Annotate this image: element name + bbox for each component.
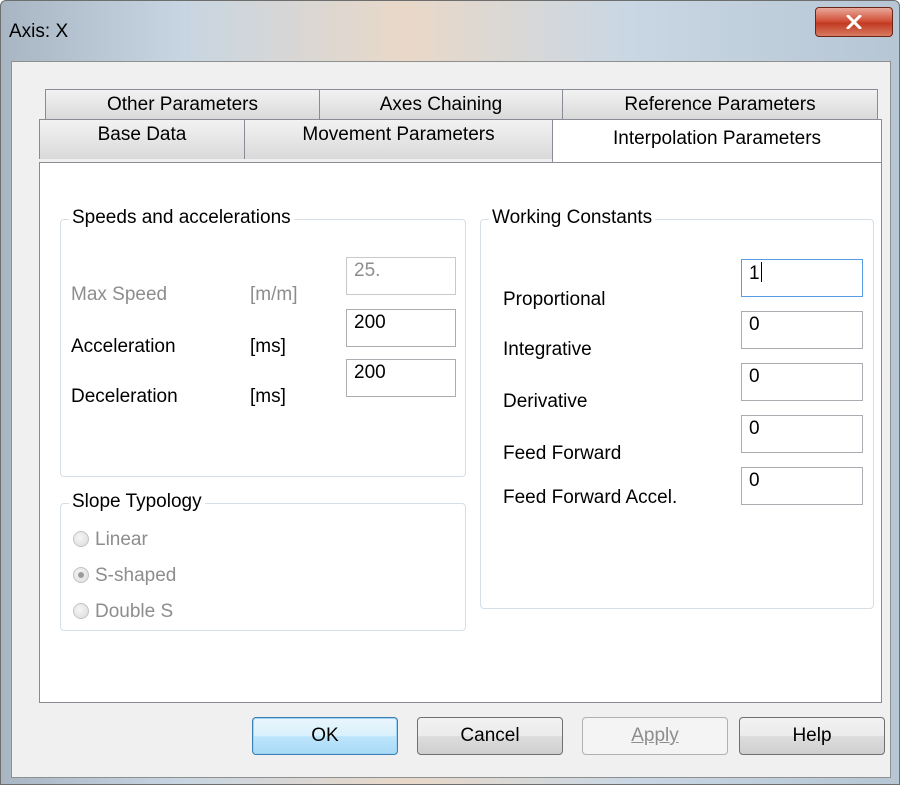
feed-forward-field[interactable]: 0 (741, 415, 863, 453)
feed-forward-label: Feed Forward (503, 443, 622, 464)
radio-double-s-button[interactable] (73, 603, 89, 619)
acceleration-unit: [ms] (250, 336, 286, 357)
acceleration-field[interactable]: 200 (346, 309, 456, 347)
tab-movement-parameters[interactable]: Movement Parameters (244, 119, 553, 159)
radio-linear-label: Linear (95, 529, 148, 550)
tab-base-data[interactable]: Base Data (39, 119, 245, 159)
dialog-window: Axis: X Other Parameters Axes Chaining R… (0, 0, 900, 785)
help-button[interactable]: Help (739, 717, 885, 755)
working-constants-group: Working Constants Proportional 1 Integra… (480, 207, 874, 609)
working-constants-caption: Working Constants (489, 207, 656, 229)
close-button[interactable] (815, 7, 893, 37)
slope-typology-group: Slope Typology Linear S-shaped Double S (60, 491, 466, 631)
deceleration-field[interactable]: 200 (346, 359, 456, 397)
integrative-field[interactable]: 0 (741, 311, 863, 349)
cancel-button[interactable]: Cancel (417, 717, 563, 755)
dialog-client-area: Other Parameters Axes Chaining Reference… (11, 61, 891, 778)
text-caret (760, 262, 762, 282)
radio-s-shaped-label: S-shaped (95, 565, 177, 586)
apply-label: Apply (631, 725, 679, 746)
speeds-group: Speeds and accelerations Max Speed [m/m]… (60, 207, 466, 477)
proportional-value: 1 (749, 263, 760, 284)
title-bar[interactable]: Axis: X (1, 1, 900, 61)
feed-forward-accel-field[interactable]: 0 (741, 467, 863, 505)
tab-reference-parameters[interactable]: Reference Parameters (562, 89, 878, 119)
slope-typology-caption: Slope Typology (69, 491, 205, 513)
speeds-group-caption: Speeds and accelerations (69, 207, 294, 229)
derivative-field[interactable]: 0 (741, 363, 863, 401)
max-speed-field: 25. (346, 257, 456, 295)
deceleration-unit: [ms] (250, 386, 286, 407)
max-speed-unit: [m/m] (250, 284, 298, 305)
tab-axes-chaining[interactable]: Axes Chaining (319, 89, 563, 119)
window-title: Axis: X (9, 21, 69, 42)
tab-other-parameters[interactable]: Other Parameters (45, 89, 320, 119)
tab-panel-interpolation: Speeds and accelerations Max Speed [m/m]… (39, 162, 882, 703)
deceleration-label: Deceleration (71, 386, 178, 407)
radio-double-s-label: Double S (95, 601, 174, 622)
radio-linear-button[interactable] (73, 531, 89, 547)
max-speed-label: Max Speed (71, 284, 168, 305)
derivative-label: Derivative (503, 391, 588, 412)
close-icon (846, 15, 862, 29)
proportional-field[interactable]: 1 (741, 259, 863, 297)
acceleration-label: Acceleration (71, 336, 176, 357)
radio-s-shaped-button[interactable] (73, 567, 89, 583)
apply-button: Apply (582, 717, 728, 755)
ok-button[interactable]: OK (252, 717, 398, 755)
proportional-label: Proportional (503, 289, 606, 310)
feed-forward-accel-label: Feed Forward Accel. (503, 487, 678, 508)
tab-interpolation-parameters[interactable]: Interpolation Parameters (552, 119, 882, 162)
integrative-label: Integrative (503, 339, 592, 360)
